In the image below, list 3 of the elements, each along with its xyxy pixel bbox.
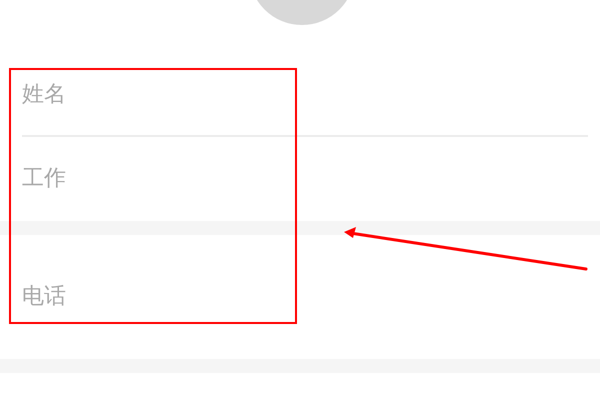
field-label: 电话 xyxy=(22,286,66,308)
field-label: 工作 xyxy=(22,168,66,190)
field-label: 姓名 xyxy=(22,84,66,106)
